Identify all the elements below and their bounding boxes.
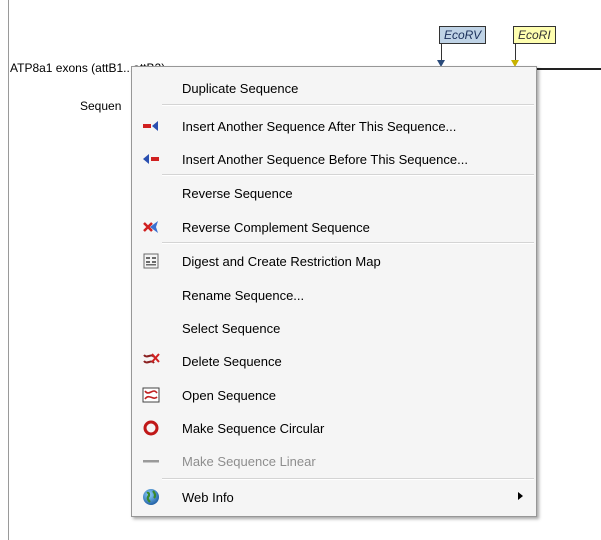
menu-item-label: Duplicate Sequence (182, 80, 299, 96)
menu-item-label: Make Sequence Circular (182, 420, 325, 436)
menu-item-digest[interactable]: Digest and Create Restriction Map (135, 246, 533, 276)
reverse-complement-icon (141, 217, 161, 237)
enzyme-ecorv-stem (441, 44, 442, 60)
menu-separator (162, 242, 534, 244)
menu-item-label: Web Info (182, 489, 234, 505)
menu-item-label: Reverse Complement Sequence (182, 219, 370, 235)
menu-item-insert-before[interactable]: Insert Another Sequence Before This Sequ… (135, 144, 533, 174)
circular-icon (141, 418, 161, 438)
sequence-label-partial: Sequen (80, 99, 122, 113)
menu-item-open-sequence[interactable]: Open Sequence (135, 380, 533, 410)
menu-item-label: Open Sequence (182, 387, 276, 403)
insert-after-icon (141, 116, 161, 136)
canvas-left-border (8, 0, 9, 540)
submenu-arrow-icon (518, 492, 523, 500)
menu-item-insert-after[interactable]: Insert Another Sequence After This Seque… (135, 111, 533, 141)
menu-item-label: Make Sequence Linear (182, 453, 316, 469)
menu-item-make-circular[interactable]: Make Sequence Circular (135, 413, 533, 443)
menu-item-label: Digest and Create Restriction Map (182, 253, 381, 269)
menu-item-rename-sequence[interactable]: Rename Sequence... (135, 280, 533, 310)
context-menu: Duplicate Sequence Insert Another Sequen… (131, 66, 537, 517)
menu-item-web-info[interactable]: Web Info (135, 482, 533, 512)
menu-item-label: Select Sequence (182, 320, 281, 336)
insert-before-icon (141, 149, 161, 169)
menu-item-label: Insert Another Sequence Before This Sequ… (182, 151, 468, 167)
menu-item-reverse-complement[interactable]: Reverse Complement Sequence (135, 212, 533, 242)
menu-item-label: Reverse Sequence (182, 185, 293, 201)
digest-icon (141, 251, 161, 271)
menu-item-select-sequence[interactable]: Select Sequence (135, 313, 533, 343)
open-sequence-icon (141, 385, 161, 405)
menu-item-label: Rename Sequence... (182, 287, 305, 303)
menu-item-delete-sequence[interactable]: Delete Sequence (135, 346, 533, 376)
enzyme-ecori-label[interactable]: EcoRI (513, 26, 556, 44)
enzyme-ecorv-label[interactable]: EcoRV (439, 26, 487, 44)
menu-separator (162, 104, 534, 106)
linear-icon (141, 451, 161, 471)
menu-item-label: Delete Sequence (182, 353, 282, 369)
menu-item-make-linear: Make Sequence Linear (135, 446, 533, 476)
menu-item-label: Insert Another Sequence After This Seque… (182, 118, 457, 134)
globe-icon (141, 487, 161, 507)
menu-item-duplicate-sequence[interactable]: Duplicate Sequence (135, 73, 533, 103)
delete-icon (141, 351, 161, 371)
menu-separator (162, 174, 534, 176)
menu-item-reverse-sequence[interactable]: Reverse Sequence (135, 178, 533, 208)
menu-separator (162, 478, 534, 480)
enzyme-ecori-stem (515, 44, 516, 60)
